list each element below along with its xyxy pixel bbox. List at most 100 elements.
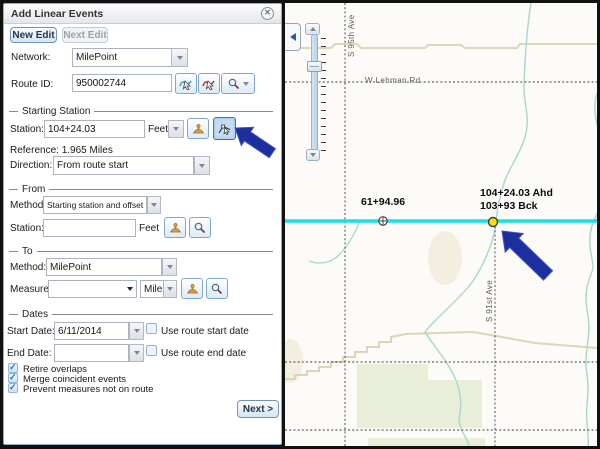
pick-point-icon (218, 122, 231, 135)
measure-station-icon (186, 283, 199, 295)
zoom-slider-handle[interactable] (307, 61, 322, 72)
from-station-label: Station: (10, 223, 44, 234)
street-label-s95th-ave: S 95th Ave (347, 14, 356, 57)
use-route-start-date-label: Use route start date (161, 326, 249, 337)
clear-route-selection-button[interactable] (198, 73, 220, 94)
start-date-dropdown[interactable] (129, 322, 144, 340)
station-input[interactable] (44, 120, 145, 138)
to-measure-tool-button[interactable] (181, 278, 203, 299)
map-collapse-tab[interactable] (285, 23, 301, 51)
chevron-down-icon (243, 82, 249, 86)
route-id-label: Route ID: (11, 79, 53, 90)
stream (595, 88, 597, 128)
station-units-dropdown[interactable] (168, 120, 184, 138)
zoom-out-button[interactable] (306, 149, 320, 161)
selected-station-marker[interactable] (489, 218, 498, 227)
zoom-slider-track[interactable] (311, 34, 318, 160)
station-units-label: Feet (148, 124, 168, 135)
chevron-down-icon (127, 287, 133, 291)
stream (425, 3, 531, 446)
network-dropdown-button[interactable] (171, 48, 188, 67)
to-find-button[interactable] (206, 278, 228, 299)
end-date-input[interactable] (54, 344, 129, 362)
stream (586, 208, 597, 446)
measure-station-icon (169, 222, 182, 234)
from-measure-tool-button[interactable] (164, 217, 186, 238)
from-units-label: Feet (139, 223, 159, 234)
magnifier-icon (194, 222, 206, 234)
measure-label: Measure: (10, 284, 52, 295)
reference-marker-icon (379, 217, 387, 225)
cursor-route-red-icon (202, 77, 216, 91)
field-polygon (357, 364, 482, 428)
measure-units-dropdown[interactable] (163, 280, 177, 298)
direction-label: Direction: (10, 160, 52, 171)
direction-select[interactable]: From route start (53, 156, 194, 175)
station-label-mid: 61+94.96 (361, 196, 405, 208)
map-viewport[interactable]: S 95th Ave W Lehman Rd S 91st Ave 61+94.… (285, 3, 597, 446)
panel-title: Add Linear Events (11, 8, 103, 20)
from-find-button[interactable] (189, 217, 211, 238)
station-label-back: 103+93 Bck (480, 200, 538, 212)
station-label: Station: (10, 124, 44, 135)
chevron-down-icon (134, 351, 140, 355)
chevron-down-icon (199, 164, 205, 168)
prevent-measures-label: Prevent measures not on route (23, 384, 153, 395)
next-button[interactable]: Next > (237, 400, 279, 418)
end-date-dropdown[interactable] (129, 344, 144, 362)
zoom-slider-ticks (321, 38, 326, 158)
to-method-dropdown-button[interactable] (162, 258, 177, 276)
chevron-down-icon (173, 127, 179, 131)
chevron-down-icon (177, 56, 183, 60)
measure-combo[interactable] (48, 280, 137, 298)
to-method-select[interactable]: MilePoint (46, 258, 162, 276)
panel-header: Add Linear Events ✕ (4, 4, 281, 24)
chevron-down-icon (151, 203, 157, 207)
close-icon[interactable]: ✕ (261, 7, 274, 20)
start-date-input[interactable] (54, 322, 129, 340)
to-section: To (9, 246, 273, 257)
from-method-label: Method: (10, 200, 46, 211)
chevron-up-icon (310, 27, 316, 31)
prevent-measures-checkbox[interactable] (8, 383, 18, 393)
chevron-down-icon (310, 153, 316, 157)
minor-road (285, 44, 597, 48)
from-method-select[interactable]: Starting station and offset (43, 196, 147, 214)
stream (309, 221, 360, 263)
from-station-input[interactable] (43, 219, 136, 237)
starting-station-section: Starting Station (9, 106, 273, 117)
land-patch (428, 231, 462, 285)
station-measure-tool-button[interactable] (187, 118, 209, 139)
select-route-on-map-button[interactable] (175, 73, 197, 94)
map-canvas[interactable] (285, 3, 597, 446)
use-route-end-date-label: Use route end date (161, 348, 246, 359)
direction-dropdown-button[interactable] (194, 156, 210, 175)
measure-units-select[interactable]: Miles (140, 280, 163, 298)
new-edit-button[interactable]: New Edit (10, 27, 57, 43)
from-method-dropdown-button[interactable] (147, 196, 161, 214)
end-date-label: End Date: (7, 348, 51, 359)
route-id-input[interactable] (72, 74, 172, 92)
chevron-down-icon (167, 287, 173, 291)
street-label-s91st-ave: S 91st Ave (485, 280, 494, 322)
chevron-down-icon (134, 329, 140, 333)
start-date-label: Start Date: (7, 326, 55, 337)
chevron-down-icon (167, 265, 173, 269)
network-label: Network: (11, 52, 50, 63)
magnifier-icon (211, 283, 223, 295)
cursor-route-icon (179, 77, 193, 91)
select-station-on-map-button[interactable] (213, 117, 236, 140)
next-edit-button[interactable]: Next Edit (62, 27, 108, 43)
dates-section: Dates (9, 309, 273, 320)
street-label-w-lehman-rd: W Lehman Rd (365, 76, 421, 85)
magnifier-icon (228, 78, 240, 90)
find-route-button[interactable] (221, 73, 255, 94)
station-label-ahead: 104+24.03 Ahd (480, 187, 553, 199)
chevron-left-icon (290, 33, 296, 41)
from-section: From (9, 184, 273, 195)
use-route-start-date-checkbox[interactable] (146, 323, 157, 334)
network-select[interactable]: MilePoint (72, 48, 172, 67)
measure-station-icon (192, 123, 205, 135)
add-linear-events-panel: Add Linear Events ✕ New Edit Next Edit N… (3, 3, 282, 445)
use-route-end-date-checkbox[interactable] (146, 345, 157, 356)
